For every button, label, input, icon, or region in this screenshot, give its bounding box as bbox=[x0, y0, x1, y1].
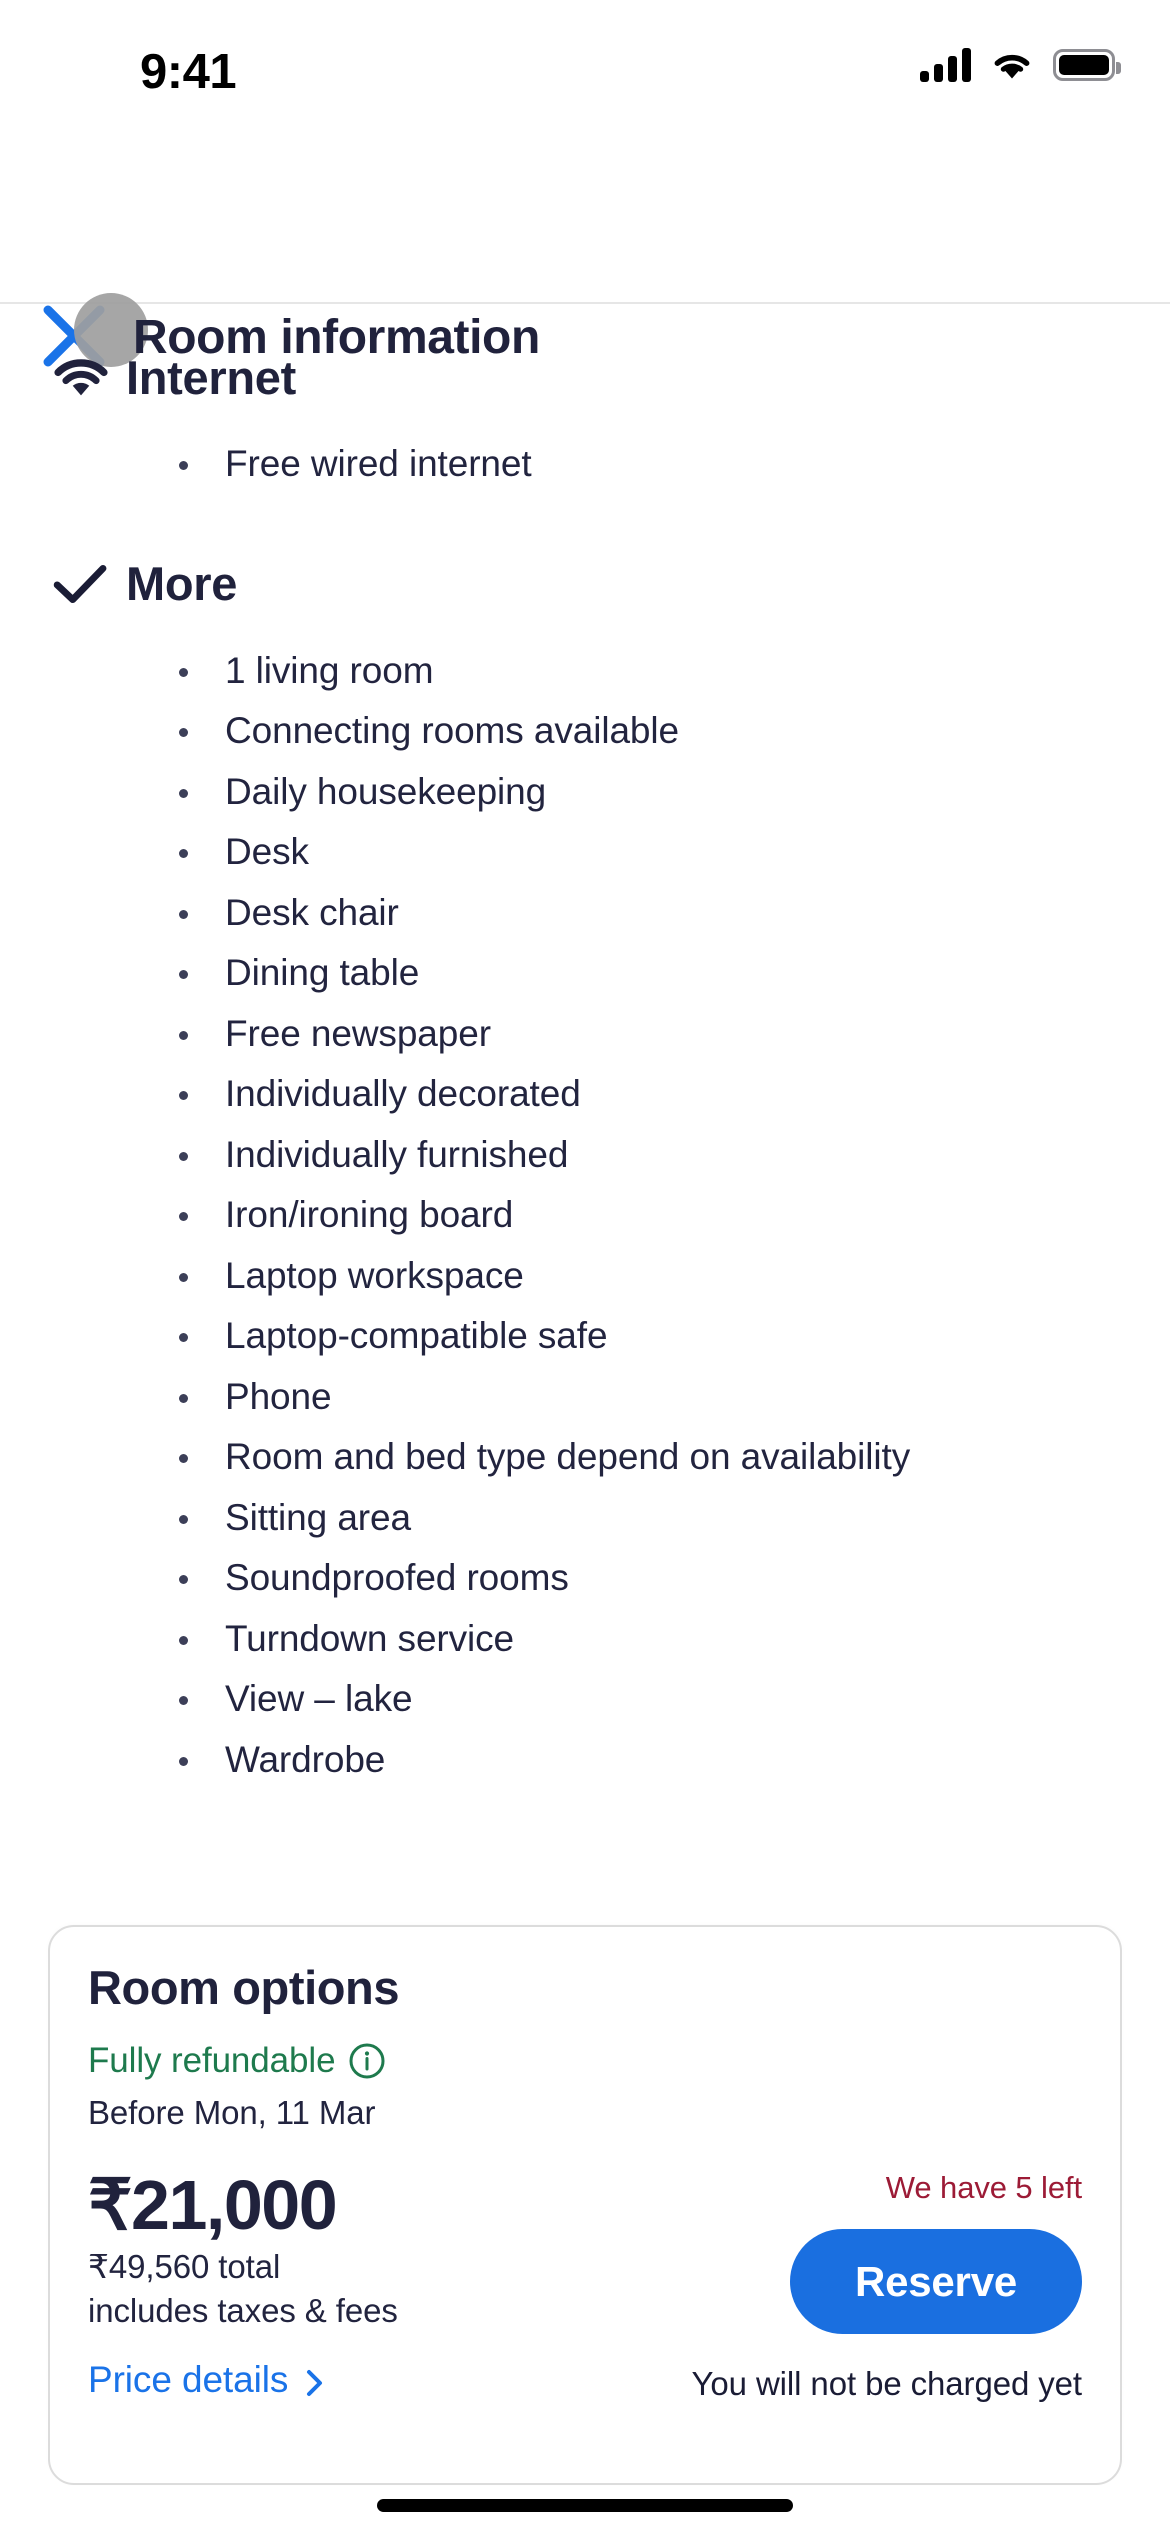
chevron-right-icon bbox=[305, 2365, 325, 2396]
price-details-link[interactable]: Price details bbox=[88, 2359, 325, 2401]
list-item: Sitting area bbox=[0, 1488, 1170, 1549]
refund-deadline: Before Mon, 11 Mar bbox=[88, 2094, 376, 2131]
wifi-icon bbox=[990, 48, 1034, 82]
refund-label: Fully refundable bbox=[88, 2041, 336, 2080]
room-information-content: Internet Free wired internet More 1 livi… bbox=[0, 306, 1170, 1790]
section-header-internet: Internet bbox=[0, 342, 1170, 412]
price-total: ₹49,560 total bbox=[88, 2248, 281, 2285]
section-more: More 1 living room Connecting rooms avai… bbox=[0, 495, 1170, 1791]
section-header-more: More bbox=[0, 549, 1170, 619]
battery-icon bbox=[1053, 49, 1121, 81]
wifi-icon bbox=[48, 342, 126, 412]
amenity-list-more: 1 living room Connecting rooms available… bbox=[0, 641, 1170, 1791]
phone-screen: 9:41 Room information Internet Free wire… bbox=[0, 0, 1170, 2532]
list-item: Soundproofed rooms bbox=[0, 1548, 1170, 1609]
home-indicator[interactable] bbox=[377, 2499, 793, 2512]
section-internet: Internet Free wired internet bbox=[0, 306, 1170, 495]
list-item: View – lake bbox=[0, 1669, 1170, 1730]
page-header: Room information bbox=[0, 105, 1170, 367]
refund-policy-row: Fully refundable bbox=[88, 2041, 386, 2081]
charge-note: You will not be charged yet bbox=[691, 2365, 1082, 2402]
room-options-card: Room options Fully refundable Before Mon… bbox=[48, 1925, 1122, 2485]
list-item: Iron/ironing board bbox=[0, 1185, 1170, 1246]
list-item: Free wired internet bbox=[0, 434, 1170, 495]
list-item: Desk bbox=[0, 822, 1170, 883]
availability-badge: We have 5 left bbox=[885, 2170, 1082, 2205]
list-item: Laptop workspace bbox=[0, 1246, 1170, 1307]
list-item: Individually decorated bbox=[0, 1064, 1170, 1125]
check-icon bbox=[48, 549, 126, 619]
price-taxes-note: includes taxes & fees bbox=[88, 2292, 398, 2329]
info-circle-icon[interactable] bbox=[348, 2042, 386, 2080]
status-bar-indicators bbox=[920, 48, 1121, 82]
price-per-night: ₹21,000 bbox=[88, 2166, 338, 2244]
price-details-label: Price details bbox=[88, 2359, 289, 2400]
room-options-title: Room options bbox=[88, 1961, 400, 2014]
list-item: Phone bbox=[0, 1367, 1170, 1428]
cellular-signal-icon bbox=[920, 48, 971, 82]
list-item: Desk chair bbox=[0, 883, 1170, 944]
list-item: Connecting rooms available bbox=[0, 701, 1170, 762]
list-item: Turndown service bbox=[0, 1609, 1170, 1670]
list-item: 1 living room bbox=[0, 641, 1170, 702]
list-item: Wardrobe bbox=[0, 1730, 1170, 1791]
list-item: Free newspaper bbox=[0, 1004, 1170, 1065]
list-item: Room and bed type depend on availability bbox=[0, 1427, 1170, 1488]
scrollbar-track[interactable] bbox=[1157, 1900, 1170, 2480]
list-item: Daily housekeeping bbox=[0, 762, 1170, 823]
status-bar: 9:41 bbox=[0, 0, 1170, 105]
reserve-button[interactable]: Reserve bbox=[790, 2229, 1082, 2334]
amenity-list-internet: Free wired internet bbox=[0, 434, 1170, 495]
list-item: Dining table bbox=[0, 943, 1170, 1004]
list-item: Individually furnished bbox=[0, 1125, 1170, 1186]
list-item: Laptop-compatible safe bbox=[0, 1306, 1170, 1367]
status-bar-time: 9:41 bbox=[140, 45, 237, 99]
section-title: More bbox=[126, 557, 238, 610]
section-title: Internet bbox=[126, 350, 296, 404]
